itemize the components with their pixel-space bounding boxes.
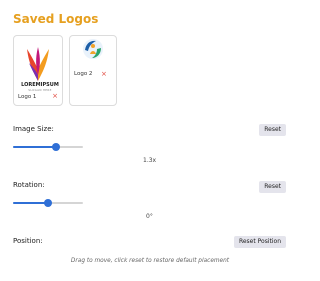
logo-card-1[interactable]: LOREMIPSUM SLOGAN HERE Logo 1 ×	[13, 35, 63, 106]
image-size-value: 1.3x	[143, 157, 157, 164]
image-size-thumb[interactable]	[52, 143, 61, 151]
logo-1-image	[14, 40, 62, 88]
rotation-value: 0°	[146, 213, 153, 220]
logo-card-2[interactable]: Logo 2 ×	[69, 35, 117, 106]
saved-logos-title: Saved Logos	[13, 12, 99, 26]
rotation-label: Rotation:	[13, 181, 45, 189]
rotation-slider[interactable]	[13, 199, 83, 207]
image-size-reset-button[interactable]: Reset	[259, 124, 286, 136]
globe-people-icon	[83, 39, 103, 59]
image-size-fill	[13, 146, 57, 148]
position-hint: Drag to move, click reset to restore def…	[70, 258, 230, 264]
logo-1-remove-icon[interactable]: ×	[52, 93, 58, 100]
phoenix-icon	[27, 47, 49, 81]
image-size-slider[interactable]	[13, 143, 83, 151]
rotation-fill	[13, 202, 48, 204]
logo-1-label: Logo 1	[18, 94, 37, 100]
logo-2-image	[70, 36, 116, 62]
saved-logos-list: LOREMIPSUM SLOGAN HERE Logo 1 × Logo 2 ×	[13, 35, 117, 106]
reset-position-button[interactable]: Reset Position	[233, 236, 286, 248]
position-label: Position:	[13, 237, 43, 245]
logo-2-label: Logo 2	[74, 71, 93, 77]
rotation-reset-button[interactable]: Reset	[259, 181, 286, 193]
logo-2-remove-icon[interactable]: ×	[101, 71, 107, 78]
image-size-label: Image Size:	[13, 125, 54, 133]
rotation-thumb[interactable]	[44, 199, 52, 207]
